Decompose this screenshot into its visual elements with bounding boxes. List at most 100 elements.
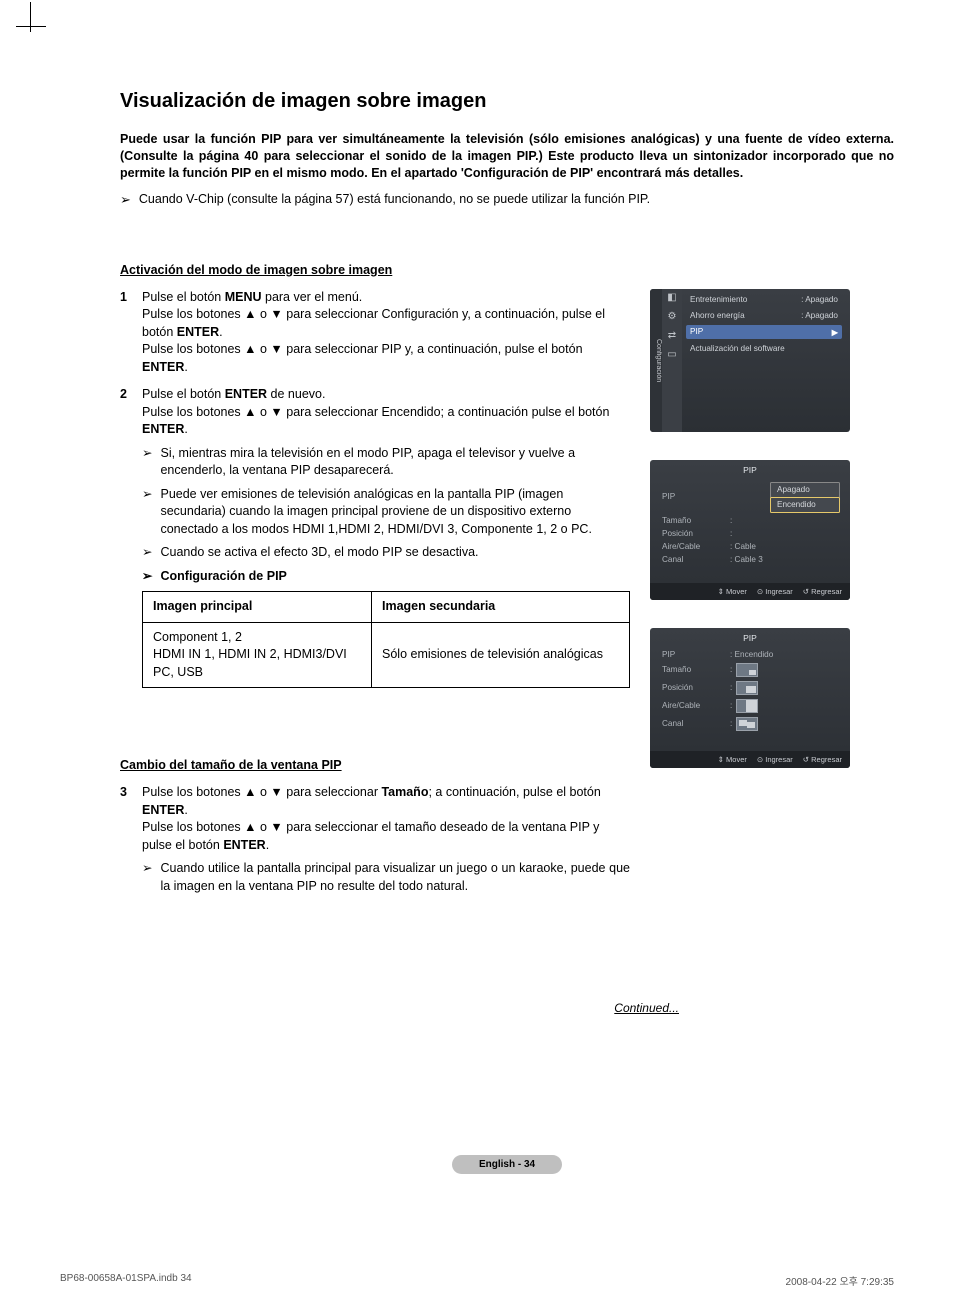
s2-l1b: ENTER — [225, 387, 267, 401]
step-3: 3 Pulse los botones ▲ o ▼ para seleccion… — [120, 784, 630, 901]
step3-sub1: Cuando utilice la pantalla principal par… — [142, 860, 630, 895]
osd2-r1-v: : — [730, 516, 732, 525]
osd1-r0-v: : Apagado — [801, 295, 838, 304]
osd1-r3-l: Actualización del software — [690, 344, 785, 353]
osd1-row-ahorro: Ahorro energía: Apagado — [686, 309, 842, 322]
step-2: 2 Pulse el botón ENTER de nuevo. Pulse l… — [120, 386, 630, 748]
s3-l2c: . — [266, 838, 269, 852]
osd2-row-canal: Canal: Cable 3 — [662, 555, 840, 564]
osd2-r4-v: : Cable 3 — [730, 555, 763, 564]
step-2-number: 2 — [120, 386, 142, 748]
osd-pip-dropdown: PIP PIP Apagado Encendido Tamaño: Posici… — [650, 460, 850, 600]
th-secondary-image: Imagen secundaria — [372, 592, 630, 623]
osd1-row-entretenimiento: Entretenimiento : Apagado — [686, 293, 842, 306]
osd2-f2: Regresar — [811, 587, 842, 596]
pip-size-double-icon — [736, 717, 758, 731]
step-3-number: 3 — [120, 784, 142, 901]
th-main-image: Imagen principal — [143, 592, 372, 623]
osd1-r1-l: Ahorro energía — [690, 311, 745, 320]
s2-l2b: ENTER — [142, 422, 184, 436]
s2-l2: Pulse los botones ▲ o ▼ para seleccionar… — [142, 405, 609, 419]
s1-l1a: Pulse el botón — [142, 290, 225, 304]
step-1: 1 Pulse el botón MENU para ver el menú. … — [120, 289, 630, 377]
osd3-r1-colon: : — [730, 665, 732, 674]
osd1-r2-l: PIP — [690, 327, 703, 337]
osd2-f1: Ingresar — [765, 587, 793, 596]
osd3-row-canal: Canal: — [662, 717, 840, 731]
section-size-title: Cambio del tamaño de la ventana PIP — [120, 758, 630, 772]
osd2-title: PIP — [650, 460, 850, 478]
s1-l3b: ENTER — [142, 360, 184, 374]
step2-sub4-text: Configuración de PIP — [160, 568, 286, 586]
step-1-number: 1 — [120, 289, 142, 377]
osd2-r0-l: PIP — [662, 492, 730, 501]
osd3-f1: Ingresar — [765, 755, 793, 764]
s2-l1a: Pulse el botón — [142, 387, 225, 401]
td-secondary-image: Sólo emisiones de televisión analógicas — [372, 622, 630, 688]
osd3-r3-l: Aire/Cable — [662, 701, 730, 710]
osd3-r0-l: PIP — [662, 650, 730, 659]
osd2-r4-l: Canal — [662, 555, 730, 564]
osd2-row-pip: PIP Apagado Encendido — [662, 482, 840, 512]
footer-right: 2008-04-22 오후 7:29:35 — [786, 1273, 894, 1288]
page-number-badge: English - 34 — [452, 1155, 562, 1174]
osd3-row-tamano: Tamaño: — [662, 663, 840, 677]
s1-l2b: ENTER — [177, 325, 219, 339]
osd2-footer: ⇕ Mover ⊙ Ingresar ↺ Regresar — [650, 583, 850, 600]
s2-l1c: de nuevo. — [267, 387, 325, 401]
s3-l1d: ENTER — [142, 803, 184, 817]
osd2-foot-regresar: ↺ Regresar — [803, 587, 842, 596]
osd1-row-software: Actualización del software — [686, 342, 842, 355]
osd3-r2-l: Posición — [662, 683, 730, 692]
gear-icon: ⚙ — [668, 312, 677, 322]
osd3-r0-v: : Encendido — [730, 650, 773, 659]
osd2-foot-ingresar: ⊙ Ingresar — [757, 587, 793, 596]
osd1-icons: ◧ ⚙ ⇄ ▭ — [662, 289, 682, 432]
osd2-r2-l: Posición — [662, 529, 730, 538]
osd2-f0: Mover — [726, 587, 747, 596]
s3-l1a: Pulse los botones ▲ o ▼ para seleccionar — [142, 785, 381, 799]
osd2-foot-mover: ⇕ Mover — [718, 587, 747, 596]
osd2-row-tamano: Tamaño: — [662, 516, 840, 525]
osd1-rows: Entretenimiento : Apagado Ahorro energía:… — [682, 289, 850, 432]
network-icon: ⇄ — [668, 331, 676, 341]
input-icon: ▭ — [667, 350, 676, 360]
td-main-image: Component 1, 2 HDMI IN 1, HDMI IN 2, HDM… — [143, 622, 372, 688]
s1-l3c: . — [184, 360, 187, 374]
osd2-row-aire: Aire/Cable: Cable — [662, 542, 840, 551]
s2-l2c: . — [184, 422, 187, 436]
osd2-r3-l: Aire/Cable — [662, 542, 730, 551]
step2-sub2: Puede ver emisiones de televisión analóg… — [142, 486, 630, 539]
print-footer: BP68-00658A-01SPA.indb 34 2008-04-22 오후 … — [60, 1273, 894, 1288]
osd3-r2-colon: : — [730, 683, 732, 692]
osd3-foot-regresar: ↺ Regresar — [803, 755, 842, 764]
s3-l1c: ; a continuación, pulse el botón — [428, 785, 600, 799]
osd3-f2: Regresar — [811, 755, 842, 764]
osd3-f0: Mover — [726, 755, 747, 764]
intro-text: Puede usar la función PIP para ver simul… — [120, 131, 894, 182]
s3-l1e: . — [184, 803, 187, 817]
s1-l1b: MENU — [225, 290, 262, 304]
s1-l3: Pulse los botones ▲ o ▼ para seleccionar… — [142, 342, 583, 356]
osd2-r3-v: : Cable — [730, 542, 756, 551]
osd1-r0-l: Entretenimiento — [690, 295, 747, 304]
s1-l2c: . — [219, 325, 222, 339]
osd3-r1-l: Tamaño — [662, 665, 730, 674]
osd2-r1-l: Tamaño — [662, 516, 730, 525]
step2-sub2-text: Puede ver emisiones de televisión analóg… — [160, 486, 630, 539]
crop-mark-top-left — [30, 2, 60, 32]
osd3-r4-l: Canal — [662, 719, 730, 728]
top-arrow-note: Cuando V-Chip (consulte la página 57) es… — [120, 192, 894, 208]
pip-size-big-icon — [736, 681, 758, 695]
s1-l1c: para ver el menú. — [262, 290, 363, 304]
osd3-foot-mover: ⇕ Mover — [718, 755, 747, 764]
footer-left: BP68-00658A-01SPA.indb 34 — [60, 1273, 192, 1288]
osd2-r2-v: : — [730, 529, 732, 538]
step2-sub1-text: Si, mientras mira la televisión en el mo… — [160, 445, 630, 480]
osd1-tab: Configuración — [650, 289, 662, 432]
top-note-text: Cuando V-Chip (consulte la página 57) es… — [139, 192, 650, 208]
section-activation-title: Activación del modo de imagen sobre imag… — [120, 263, 894, 277]
page-title: Visualización de imagen sobre imagen — [120, 90, 894, 113]
s3-l2: Pulse los botones ▲ o ▼ para seleccionar… — [142, 820, 599, 852]
osd3-row-aire: Aire/Cable: — [662, 699, 840, 713]
